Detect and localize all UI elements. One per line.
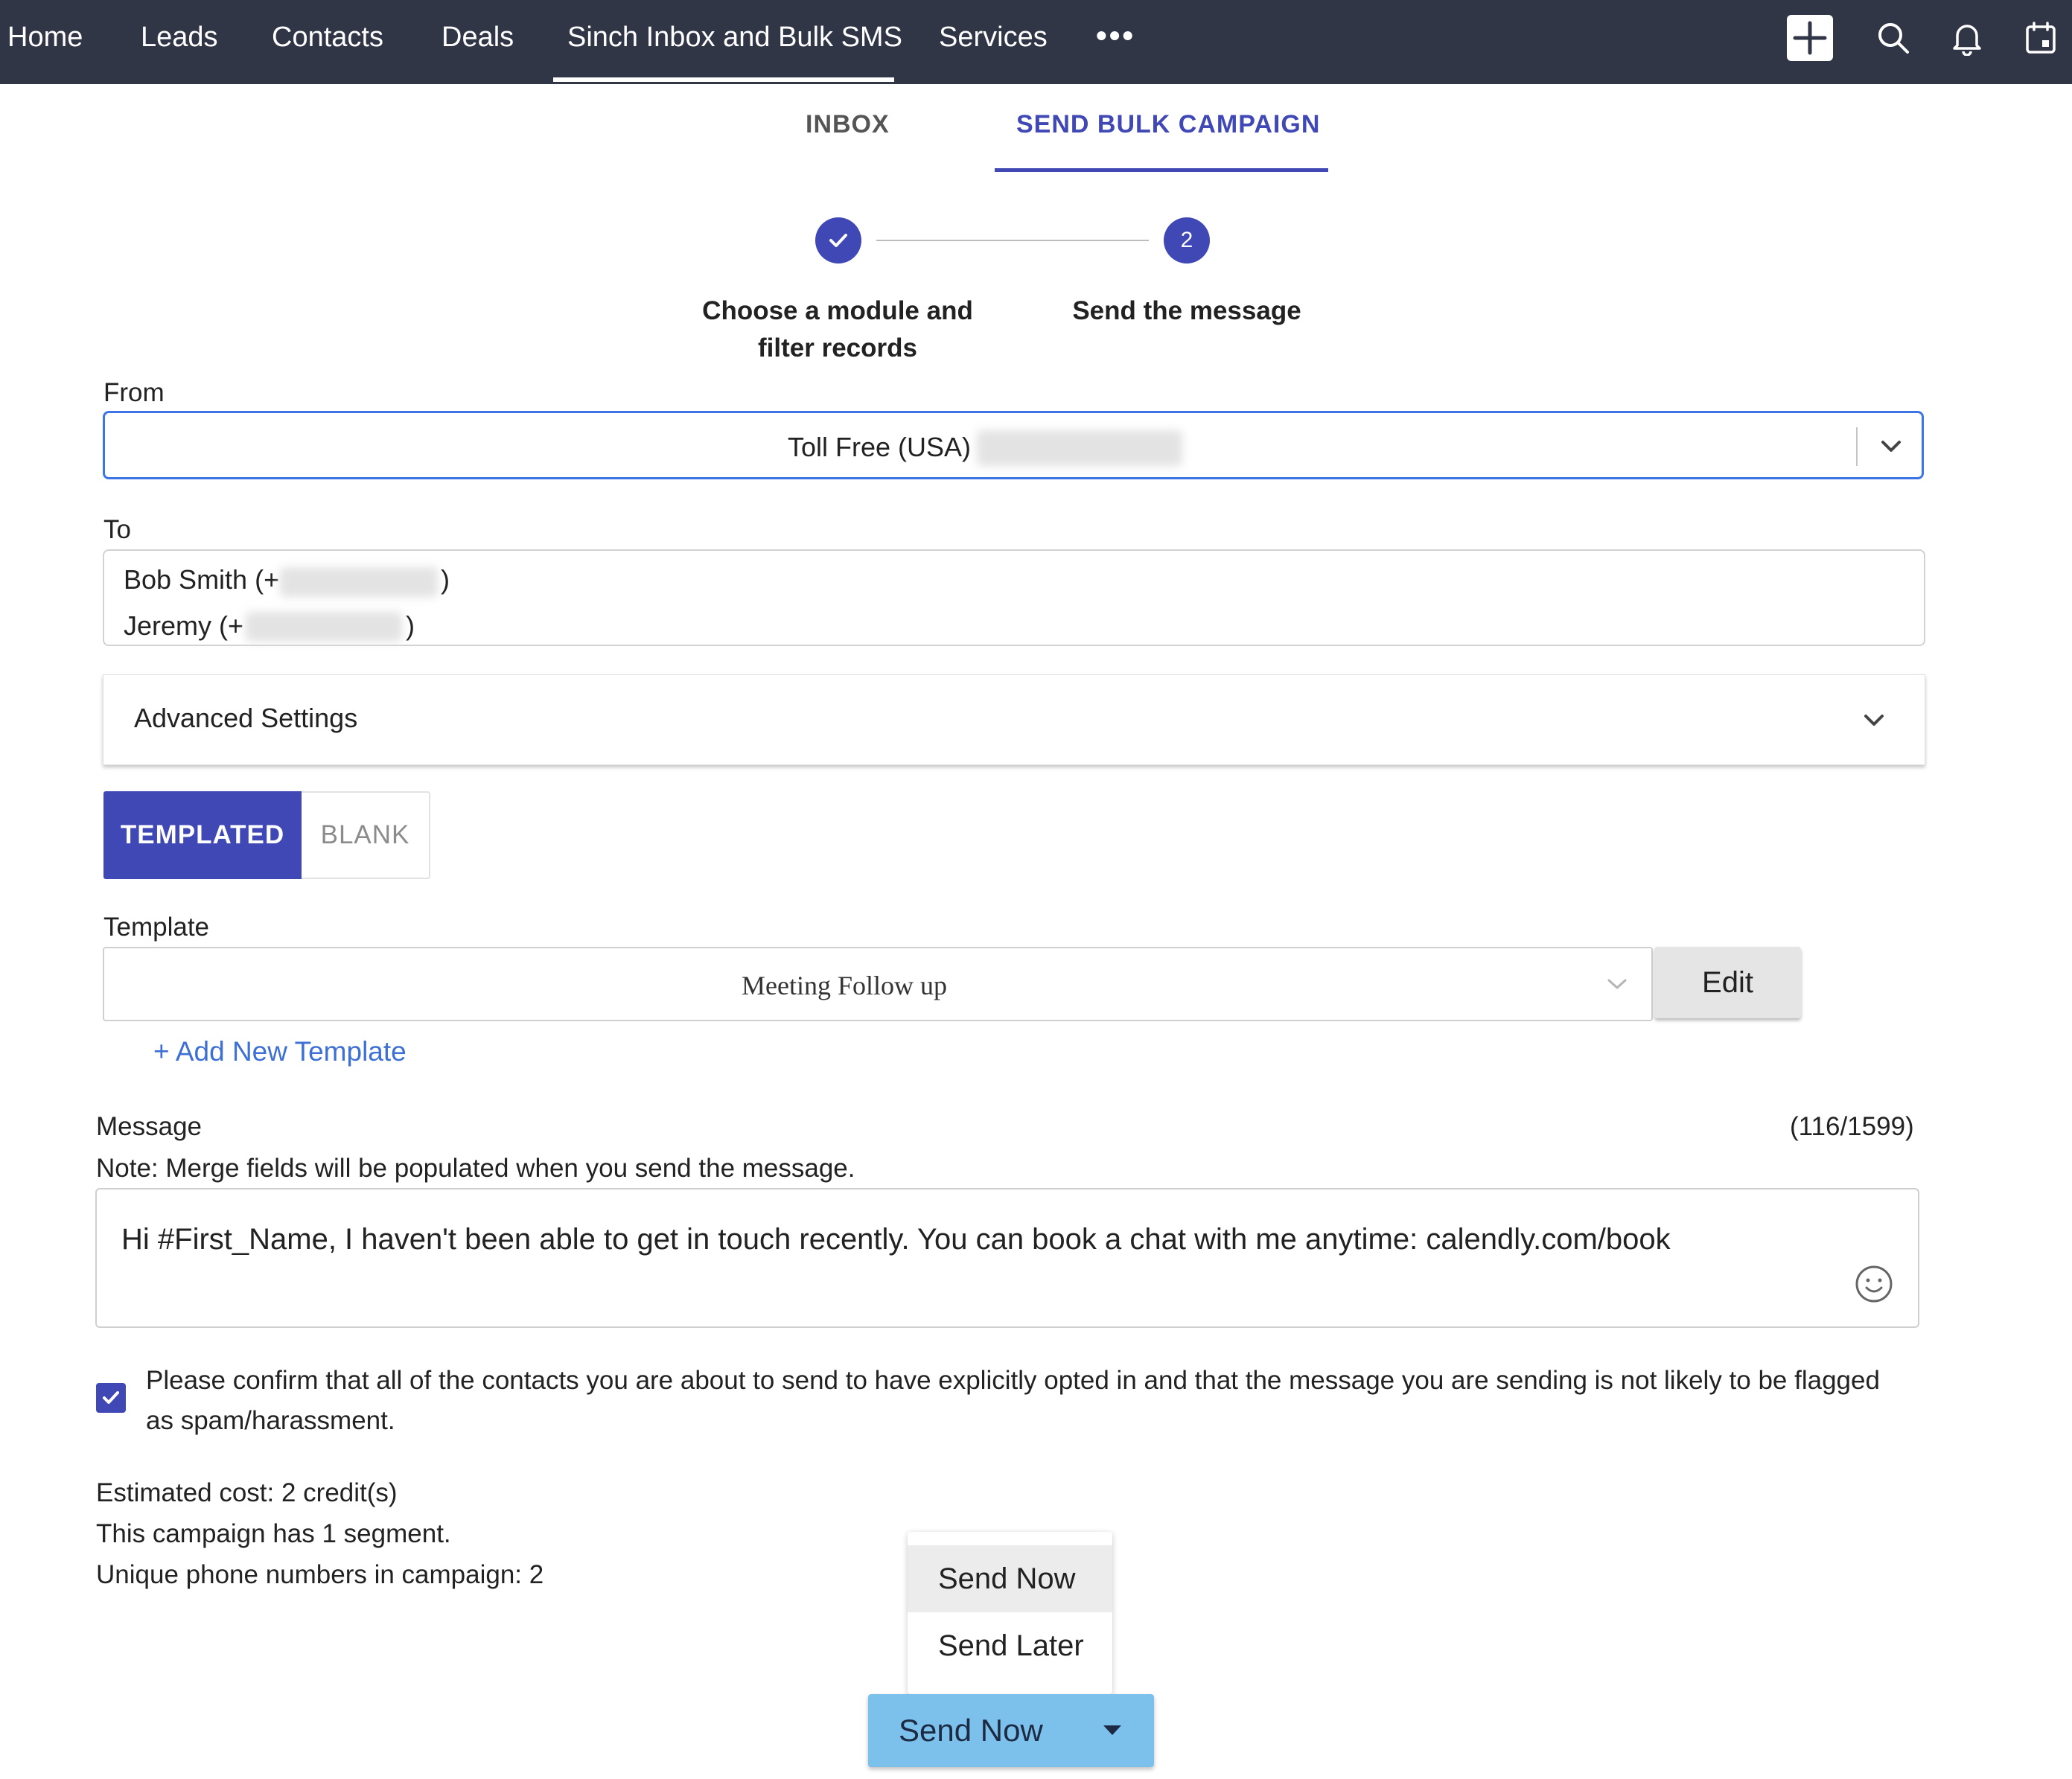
- redacted-phone: [246, 612, 402, 642]
- plus-icon[interactable]: [1787, 15, 1833, 61]
- caret-down-icon[interactable]: [1103, 1725, 1121, 1735]
- tab-inbox[interactable]: INBOX: [806, 110, 890, 139]
- add-new-template-link[interactable]: + Add New Template: [153, 1036, 407, 1067]
- advanced-settings-label: Advanced Settings: [134, 703, 358, 733]
- message-text: Hi #First_Name, I haven't been able to g…: [121, 1223, 1671, 1256]
- select-divider: [1856, 427, 1858, 466]
- edit-template-button[interactable]: Edit: [1654, 947, 1801, 1018]
- nav-active-indicator: [553, 77, 894, 82]
- check-icon: [103, 1391, 119, 1404]
- confirm-opt-in-checkbox[interactable]: [96, 1383, 126, 1413]
- menu-item-send-later[interactable]: Send Later: [908, 1612, 1112, 1679]
- nav-sinch-inbox-bulk-sms[interactable]: Sinch Inbox and Bulk SMS: [567, 0, 902, 74]
- search-icon[interactable]: [1870, 15, 1916, 61]
- nav-contacts[interactable]: Contacts: [272, 0, 383, 74]
- calendar-icon[interactable]: [2018, 15, 2064, 61]
- chevron-down-icon[interactable]: [1878, 435, 1904, 461]
- estimated-cost: Estimated cost: 2 credit(s): [96, 1478, 398, 1507]
- more-horizontal-icon[interactable]: •••: [1096, 0, 1135, 74]
- merge-fields-note: Note: Merge fields will be populated whe…: [96, 1154, 855, 1183]
- recipient-close-paren: ): [441, 564, 450, 595]
- recipient-bob-smith: Bob Smith (+: [124, 564, 280, 595]
- templated-toggle-button[interactable]: TEMPLATED: [103, 791, 302, 879]
- message-textarea[interactable]: [95, 1188, 1919, 1328]
- advanced-settings-panel[interactable]: [103, 674, 1925, 765]
- redacted-from-number: [977, 430, 1182, 466]
- send-options-menu: Send Now Send Later: [908, 1532, 1112, 1694]
- send-now-button-label: Send Now: [899, 1713, 1043, 1748]
- confirm-opt-in-label: Please confirm that all of the contacts …: [146, 1366, 1880, 1435]
- to-label: To: [103, 515, 131, 544]
- from-label: From: [103, 378, 165, 407]
- step-1-completed: [815, 217, 861, 264]
- recipient-close-paren: ): [406, 610, 415, 641]
- step-1-label-line-2: filter records: [758, 333, 917, 362]
- template-label: Template: [103, 913, 210, 942]
- recipient-jeremy: Jeremy (+: [124, 610, 244, 641]
- chevron-down-icon[interactable]: [1605, 975, 1629, 997]
- nav-home[interactable]: Home: [7, 0, 83, 74]
- message-label: Message: [96, 1112, 203, 1141]
- menu-item-send-now[interactable]: Send Now: [908, 1545, 1112, 1612]
- message-character-count: (116/1599): [1790, 1112, 1914, 1141]
- step-2-label: Send the message: [1072, 296, 1301, 325]
- emoji-smile-icon[interactable]: [1854, 1264, 1894, 1308]
- chevron-down-icon[interactable]: [1861, 709, 1887, 735]
- stepper-connector: [876, 240, 1149, 241]
- tab-send-bulk-campaign[interactable]: SEND BULK CAMPAIGN: [1016, 110, 1320, 139]
- bell-icon[interactable]: [1944, 15, 1990, 61]
- unique-phone-numbers: Unique phone numbers in campaign: 2: [96, 1560, 544, 1589]
- nav-services[interactable]: Services: [939, 0, 1048, 74]
- template-value: Meeting Follow up: [742, 971, 947, 1000]
- step-2-active: 2: [1164, 217, 1210, 264]
- nav-deals[interactable]: Deals: [442, 0, 514, 74]
- tab-active-indicator: [995, 168, 1328, 172]
- step-1-label-line-1: Choose a module and: [702, 296, 973, 325]
- nav-leads[interactable]: Leads: [141, 0, 218, 74]
- redacted-phone: [280, 567, 438, 597]
- blank-toggle-button[interactable]: BLANK: [302, 791, 430, 879]
- segment-count: This campaign has 1 segment.: [96, 1519, 451, 1548]
- step-1-label: Choose a module and filter records: [689, 293, 986, 367]
- check-icon: [829, 234, 847, 247]
- from-value: Toll Free (USA): [788, 432, 972, 462]
